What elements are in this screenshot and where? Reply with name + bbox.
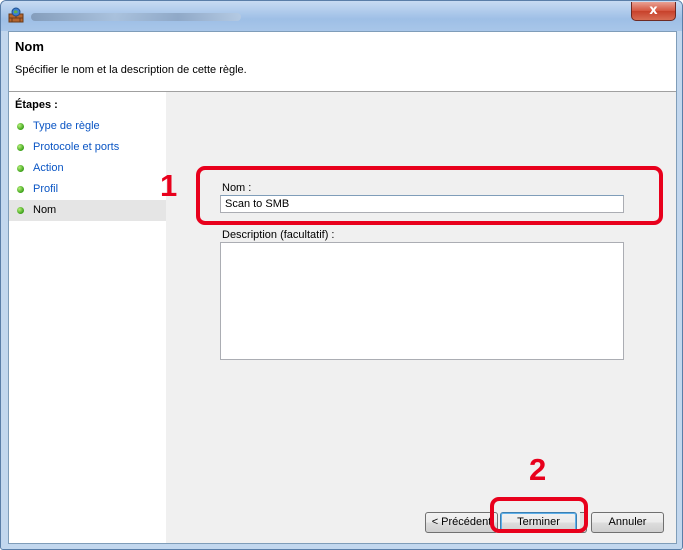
step-current-icon	[17, 207, 24, 214]
sidebar-item-profil[interactable]: Profil	[9, 179, 166, 200]
page-subtitle: Spécifier le nom et la description de ce…	[15, 64, 247, 76]
step-complete-icon	[17, 165, 24, 172]
step-complete-icon	[17, 186, 24, 193]
wizard-window: x Nom Spécifier le nom et la description…	[0, 0, 683, 550]
sidebar-item-nom[interactable]: Nom	[9, 200, 166, 221]
sidebar-item-label: Action	[33, 162, 64, 174]
sidebar-item-label: Type de règle	[33, 120, 100, 132]
close-button[interactable]: x	[631, 2, 676, 21]
page-title: Nom	[15, 39, 44, 54]
description-textarea[interactable]	[220, 242, 624, 360]
description-label: Description (facultatif) :	[222, 229, 335, 241]
cancel-button[interactable]: Annuler	[591, 512, 664, 533]
previous-button[interactable]: < Précédent	[425, 512, 498, 533]
sidebar-item-protocole-et-ports[interactable]: Protocole et ports	[9, 137, 166, 158]
steps-heading: Étapes :	[15, 99, 58, 111]
steps-sidebar: Étapes : Type de règle Protocole et port…	[9, 92, 166, 543]
callout-highlight-finish	[490, 497, 588, 533]
close-icon: x	[649, 3, 658, 18]
sidebar-item-label: Nom	[33, 204, 57, 216]
window-title-redacted	[31, 13, 241, 21]
sidebar-item-type-de-regle[interactable]: Type de règle	[9, 116, 166, 137]
callout-highlight-name	[196, 166, 663, 225]
callout-number-2: 2	[529, 452, 547, 487]
sidebar-item-action[interactable]: Action	[9, 158, 166, 179]
firewall-icon	[8, 7, 24, 23]
step-complete-icon	[17, 123, 24, 130]
sidebar-item-label: Protocole et ports	[33, 141, 120, 153]
wizard-header: Nom Spécifier le nom et la description d…	[9, 32, 676, 92]
step-complete-icon	[17, 144, 24, 151]
title-bar[interactable]: x	[1, 1, 682, 31]
wizard-client-area: Nom Spécifier le nom et la description d…	[8, 31, 677, 544]
callout-number-1: 1	[160, 168, 178, 203]
wizard-content: Nom : Description (facultatif) : < Précé…	[166, 92, 676, 543]
sidebar-item-label: Profil	[33, 183, 59, 195]
